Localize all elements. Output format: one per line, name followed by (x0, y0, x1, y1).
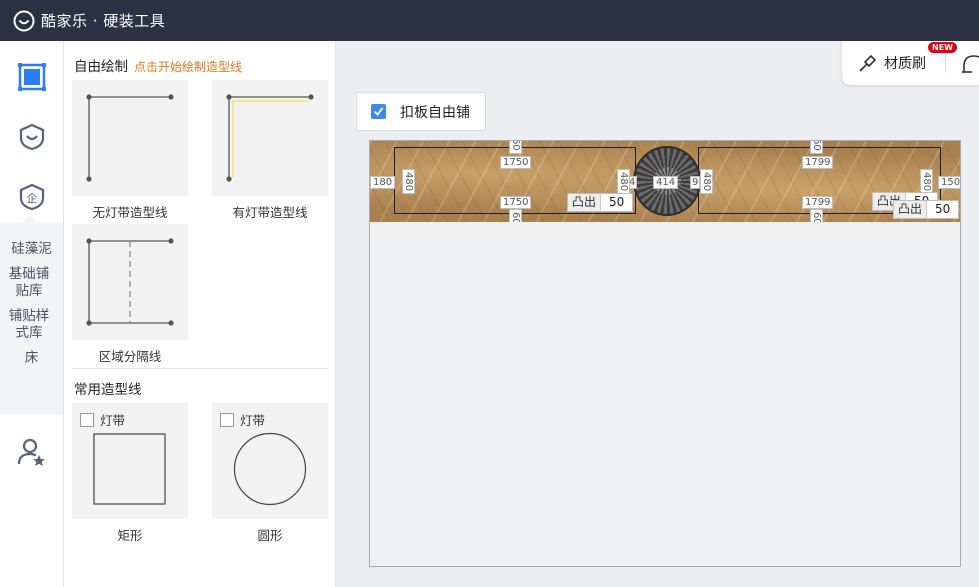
vdim-60-bottom-left: 60 (509, 209, 522, 222)
dim-bottom-left: 1750 (500, 196, 532, 209)
marble-ceiling-strip[interactable]: 1750 1750 1799 1799 180 150 414 4 9 60 6… (370, 141, 960, 222)
card-label: 圆形 (257, 528, 283, 543)
free-draw-section-title: 自由绘制 点击开始绘制造型线 (74, 55, 242, 75)
vdim-480-d: 480 (920, 169, 933, 195)
vdim-60-top-right: 60 (810, 141, 823, 154)
dim-left-outer: 180 (370, 176, 396, 189)
material-brush-button[interactable]: 材质刷 (858, 53, 926, 73)
rail-item-shield[interactable] (0, 119, 64, 155)
line-with-light-icon (226, 94, 314, 182)
rail-sub-item-diatom-mud[interactable]: 硅藻泥 (0, 241, 63, 258)
free-tile-toggle[interactable]: 扣板自由铺 (356, 92, 486, 131)
card-circle[interactable]: 灯带 圆形 (212, 403, 328, 544)
circle-shape-icon (233, 432, 307, 506)
dim-medallion: 414 (653, 176, 679, 189)
card-area-divider[interactable]: 区域分隔线 (72, 224, 188, 365)
card-label: 有灯带造型线 (232, 205, 308, 220)
square-outline-icon (18, 63, 46, 91)
rail-sub-item-bed[interactable]: 床 (0, 350, 63, 367)
section-divider (72, 368, 328, 369)
submenu-caret (22, 215, 38, 223)
dim-right-outer: 150 (938, 176, 960, 189)
protrusion-key: 凸出 (894, 201, 928, 218)
vdim-480-a: 480 (402, 169, 415, 195)
enterprise-shield-icon: 企 (19, 183, 45, 211)
svg-text:企: 企 (27, 191, 38, 205)
rail-item-room[interactable] (0, 59, 64, 95)
card-line-with-light[interactable]: 有灯带造型线 (212, 80, 328, 221)
app-title: 酷家乐 · 硬装工具 (41, 12, 166, 30)
vdim-60-top-left: 60 (509, 141, 522, 154)
card-label: 矩形 (117, 528, 143, 543)
line-no-light-icon (86, 94, 174, 182)
rail-item-favorites[interactable] (0, 434, 64, 470)
library-panel: 自由绘制 点击开始绘制造型线 无灯带造型线 有灯带造型线 区域分隔线 常用造型线… (64, 41, 336, 587)
dim-bottom-right: 1799 (802, 196, 834, 209)
rail-item-enterprise[interactable]: 企 (0, 179, 64, 215)
common-lines-title: 常用造型线 (74, 382, 142, 398)
dim-small-right: 9 (690, 176, 701, 189)
card-thumb (72, 224, 188, 340)
kujiale-logo-icon (13, 10, 35, 31)
card-rectangle[interactable]: 灯带 矩形 (72, 403, 188, 544)
left-icon-rail: 企 硅藻泥 基础铺贴库 铺贴样式库 床 (0, 41, 64, 587)
area-divider-icon (86, 238, 174, 326)
shield-smile-icon (19, 123, 45, 151)
vdim-480-c: 480 (700, 169, 713, 195)
free-tile-label: 扣板自由铺 (400, 104, 470, 121)
protrusion-input-right[interactable]: 凸出 50 (893, 200, 960, 219)
protrusion-input-left[interactable]: 凸出 50 (567, 193, 634, 212)
protrusion-key: 凸出 (568, 194, 602, 211)
new-badge: NEW (928, 42, 957, 53)
rectangle-shape-icon (93, 433, 166, 505)
card-label: 无灯带造型线 (92, 205, 168, 220)
toolbar-separator (945, 53, 946, 73)
free-draw-hint: 点击开始绘制造型线 (134, 60, 243, 74)
right-toolbar: 材质刷 NEW (842, 41, 979, 85)
protrusion-value[interactable]: 50 (601, 194, 632, 211)
room-canvas[interactable]: 1750 1750 1799 1799 180 150 414 4 9 60 6… (369, 140, 961, 567)
vdim-480-b: 480 (617, 169, 630, 195)
card-thumb (212, 80, 328, 196)
rail-sub-item-basic-tiling[interactable]: 基础铺贴库 (8, 266, 50, 300)
rail-submenu: 硅藻泥 基础铺贴库 铺贴样式库 床 (0, 215, 63, 415)
card-thumb: 灯带 (212, 403, 328, 519)
free-draw-title: 自由绘制 (74, 59, 128, 75)
protrusion-value[interactable]: 50 (927, 201, 958, 218)
dim-top-left: 1750 (500, 156, 532, 169)
vdim-60-bottom-right: 60 (810, 209, 823, 222)
rail-sub-item-tiling-styles[interactable]: 铺贴样式库 (8, 308, 50, 342)
checkbox-checked-icon[interactable] (371, 104, 386, 119)
dim-top-right: 1799 (802, 156, 834, 169)
card-line-no-light[interactable]: 无灯带造型线 (72, 80, 188, 221)
card-thumb (72, 80, 188, 196)
card-label: 区域分隔线 (98, 349, 162, 364)
lamp-icon[interactable] (960, 52, 979, 74)
card-thumb: 灯带 (72, 403, 188, 519)
top-bar: 酷家乐 · 硬装工具 (0, 0, 979, 41)
material-brush-label: 材质刷 (884, 56, 926, 72)
user-star-icon (17, 438, 45, 466)
brush-icon (859, 54, 877, 72)
